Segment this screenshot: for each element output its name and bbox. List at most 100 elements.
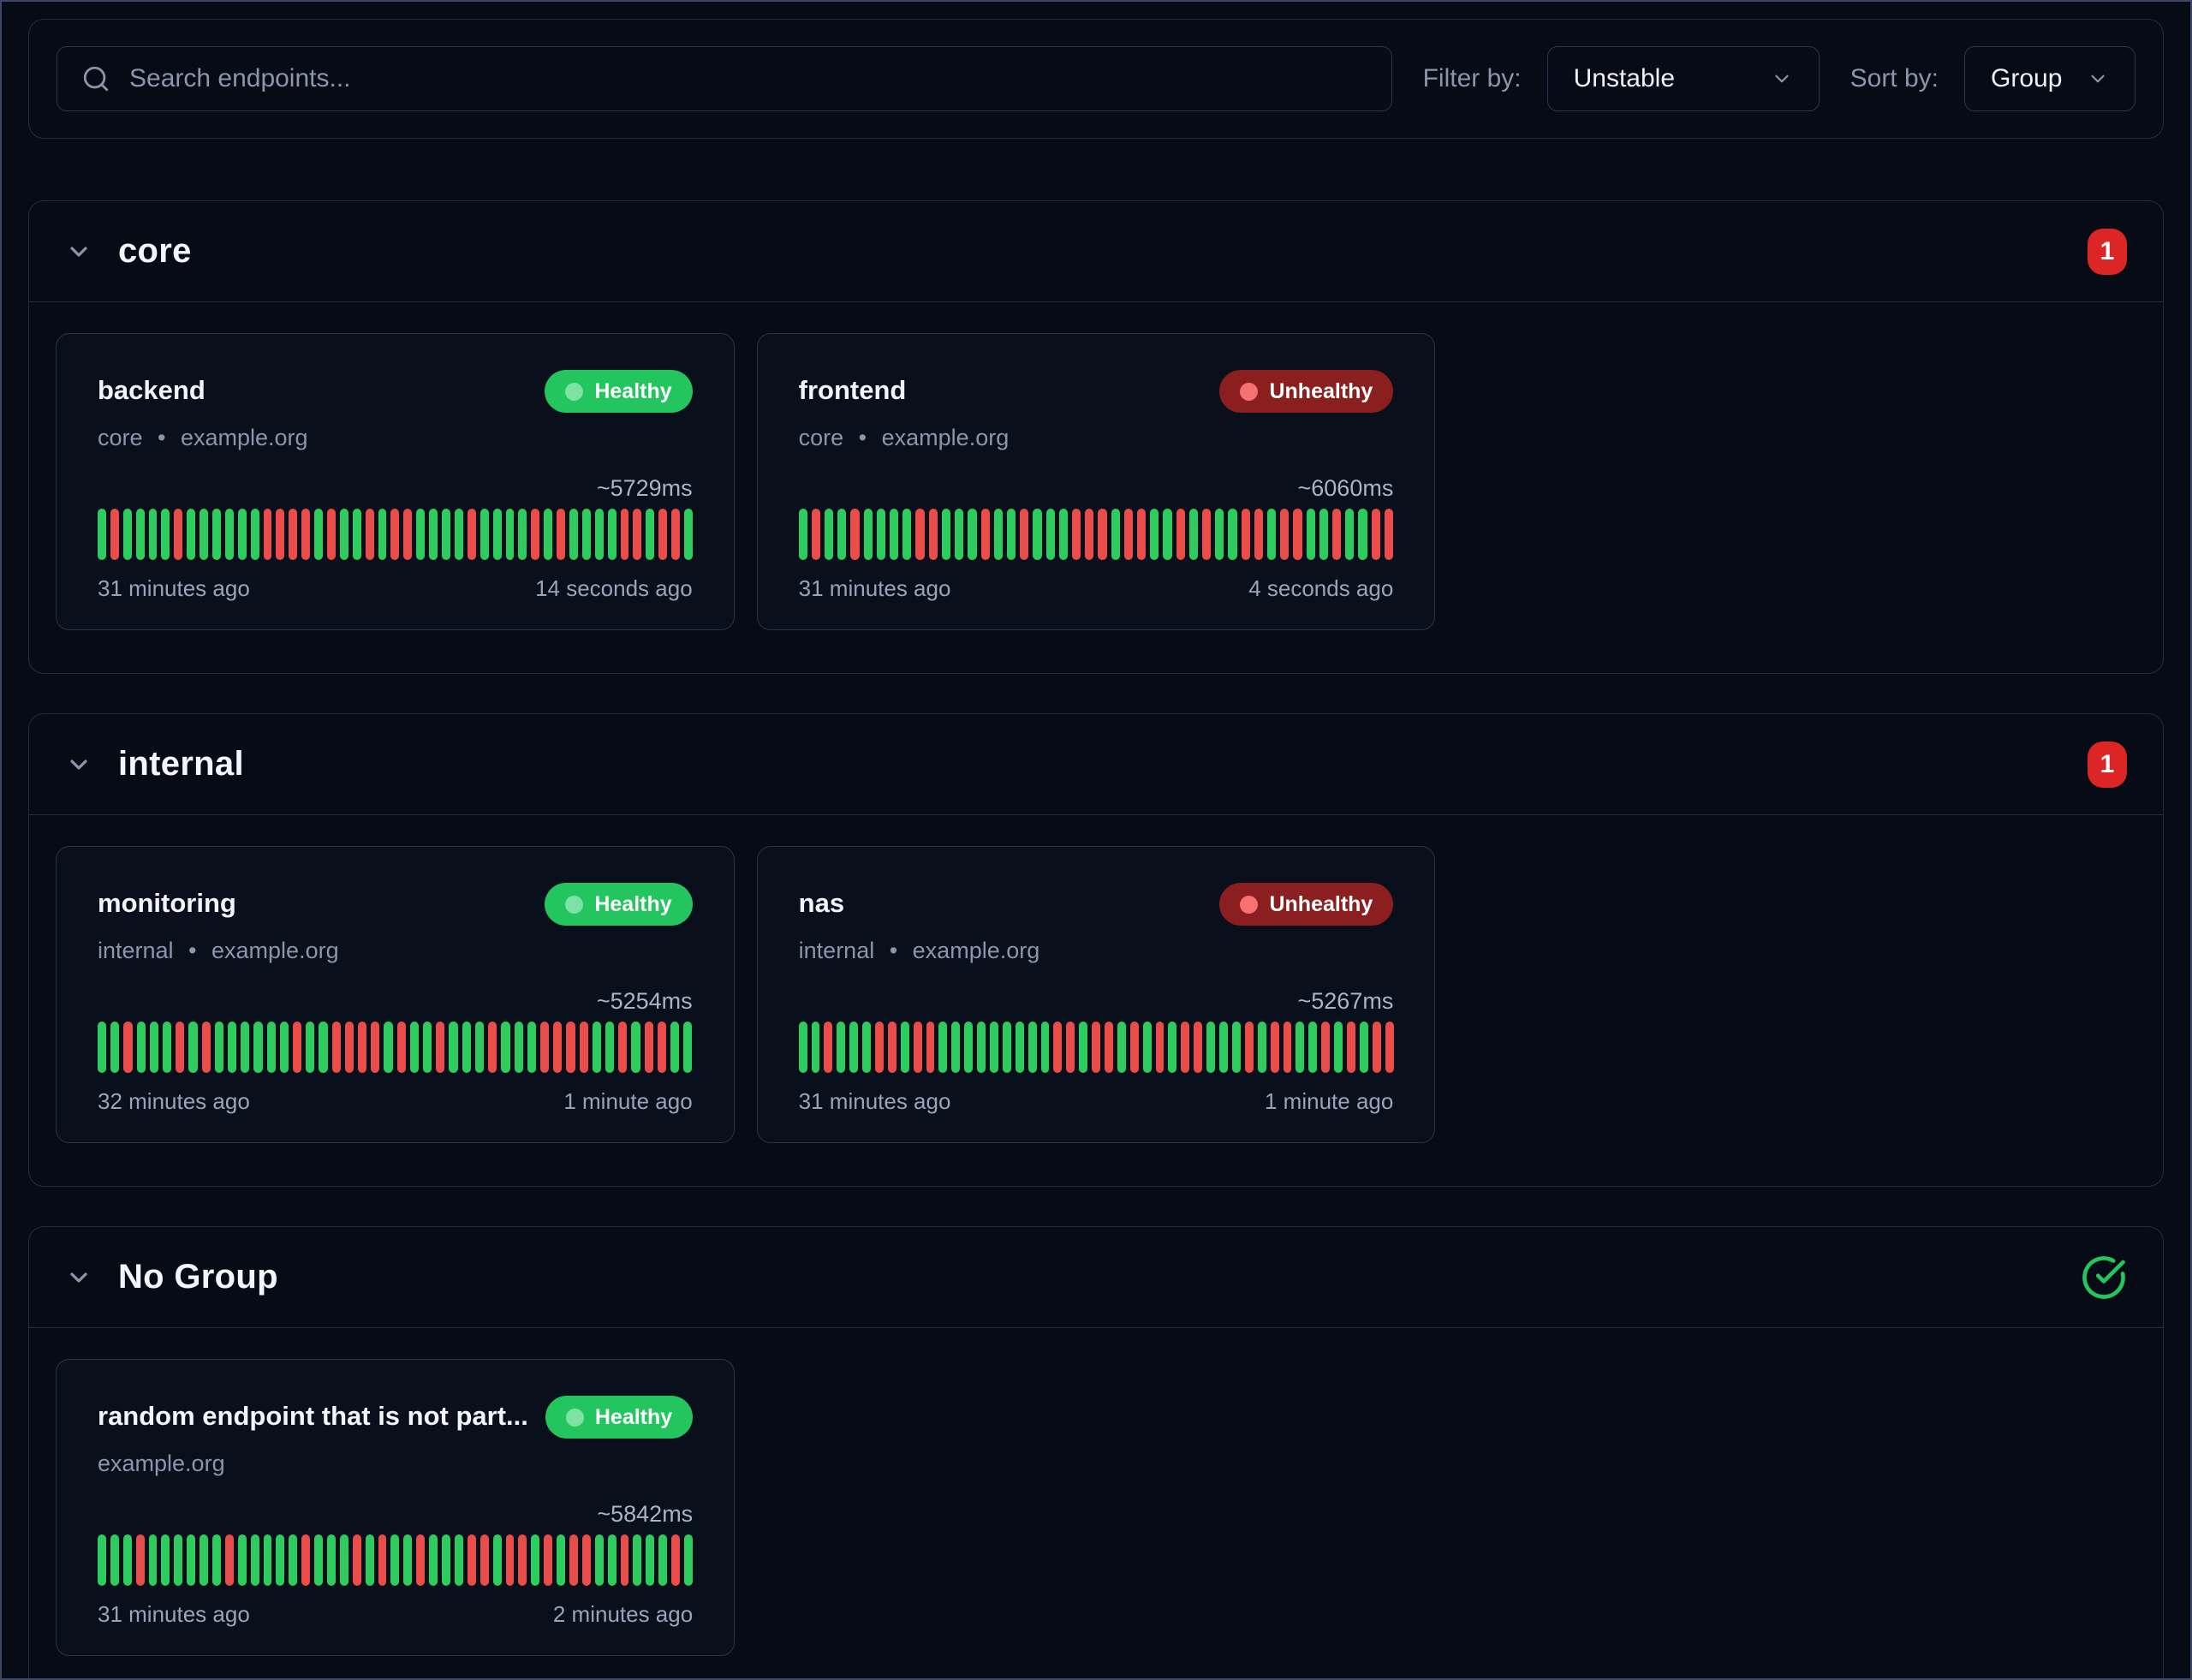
history-bar[interactable]: [1308, 1022, 1317, 1073]
history-bar[interactable]: [683, 1022, 692, 1073]
history-bar[interactable]: [161, 509, 170, 560]
history-bar[interactable]: [98, 509, 106, 560]
history-bar[interactable]: [228, 1022, 236, 1073]
history-bar[interactable]: [1373, 1022, 1381, 1073]
history-bar[interactable]: [1098, 509, 1106, 560]
history-bar[interactable]: [397, 1022, 406, 1073]
history-bar[interactable]: [314, 509, 323, 560]
history-bar[interactable]: [423, 1022, 432, 1073]
history-bar[interactable]: [442, 1534, 450, 1586]
history-bars[interactable]: [98, 1022, 693, 1073]
history-bar[interactable]: [1181, 1022, 1189, 1073]
history-bar[interactable]: [390, 509, 399, 560]
history-bar[interactable]: [123, 1022, 132, 1073]
history-bar[interactable]: [319, 1022, 327, 1073]
history-bar[interactable]: [150, 1022, 158, 1073]
history-bar[interactable]: [914, 1022, 922, 1073]
history-bar[interactable]: [353, 1534, 361, 1586]
history-bar[interactable]: [1385, 1022, 1394, 1073]
history-bar[interactable]: [1105, 1022, 1113, 1073]
history-bar[interactable]: [531, 1534, 539, 1586]
history-bar[interactable]: [593, 1022, 601, 1073]
history-bar[interactable]: [1307, 509, 1315, 560]
history-bar[interactable]: [1079, 1022, 1087, 1073]
history-bar[interactable]: [174, 1534, 182, 1586]
history-bar[interactable]: [799, 509, 807, 560]
history-bar[interactable]: [951, 1022, 960, 1073]
history-bar[interactable]: [518, 509, 527, 560]
history-bar[interactable]: [645, 1022, 653, 1073]
history-bar[interactable]: [110, 1534, 119, 1586]
group-header[interactable]: core 1: [29, 201, 2163, 302]
history-bar[interactable]: [163, 1022, 171, 1073]
history-bars[interactable]: [799, 509, 1394, 560]
history-bar[interactable]: [1332, 509, 1341, 560]
history-bar[interactable]: [403, 509, 412, 560]
history-bar[interactable]: [340, 509, 348, 560]
history-bar[interactable]: [877, 509, 885, 560]
history-bar[interactable]: [384, 1022, 392, 1073]
history-bar[interactable]: [136, 509, 145, 560]
history-bar[interactable]: [123, 509, 132, 560]
history-bar[interactable]: [366, 1534, 374, 1586]
history-bar[interactable]: [358, 1022, 366, 1073]
history-bar[interactable]: [1206, 1022, 1215, 1073]
history-bar[interactable]: [955, 509, 963, 560]
history-bar[interactable]: [544, 509, 552, 560]
history-bar[interactable]: [149, 509, 158, 560]
history-bar[interactable]: [480, 1534, 489, 1586]
history-bar[interactable]: [187, 1534, 195, 1586]
history-bar[interactable]: [442, 509, 450, 560]
history-bar[interactable]: [1321, 1022, 1330, 1073]
history-bar[interactable]: [506, 509, 515, 560]
history-bar[interactable]: [671, 1534, 680, 1586]
history-bar[interactable]: [981, 509, 990, 560]
history-bar[interactable]: [1245, 1022, 1254, 1073]
history-bar[interactable]: [327, 1534, 336, 1586]
history-bar[interactable]: [174, 509, 182, 560]
history-bar[interactable]: [1124, 509, 1133, 560]
history-bar[interactable]: [403, 1534, 412, 1586]
history-bar[interactable]: [812, 1022, 820, 1073]
history-bar[interactable]: [671, 509, 680, 560]
history-bar[interactable]: [238, 1534, 247, 1586]
history-bar[interactable]: [812, 509, 820, 560]
history-bar[interactable]: [416, 509, 425, 560]
history-bar[interactable]: [1372, 509, 1380, 560]
history-bar[interactable]: [968, 509, 976, 560]
history-bar[interactable]: [569, 509, 578, 560]
history-bar[interactable]: [267, 1022, 276, 1073]
history-bar[interactable]: [1003, 1022, 1011, 1073]
history-bar[interactable]: [251, 1534, 259, 1586]
history-bar[interactable]: [595, 1534, 604, 1586]
history-bar[interactable]: [378, 509, 387, 560]
history-bar[interactable]: [462, 1022, 471, 1073]
history-bar[interactable]: [540, 1022, 549, 1073]
history-bar[interactable]: [1150, 509, 1159, 560]
history-bar[interactable]: [633, 1534, 641, 1586]
history-bar[interactable]: [1242, 509, 1250, 560]
history-bar[interactable]: [98, 1022, 106, 1073]
history-bar[interactable]: [187, 509, 195, 560]
history-bar[interactable]: [276, 509, 284, 560]
history-bar[interactable]: [340, 1534, 348, 1586]
history-bar[interactable]: [276, 1534, 284, 1586]
history-bar[interactable]: [493, 509, 502, 560]
history-bar[interactable]: [301, 1534, 310, 1586]
history-bar[interactable]: [938, 1022, 947, 1073]
history-bar[interactable]: [1385, 509, 1393, 560]
history-bar[interactable]: [1319, 509, 1328, 560]
history-bar[interactable]: [990, 1022, 998, 1073]
history-bar[interactable]: [1072, 509, 1081, 560]
history-bar[interactable]: [455, 509, 463, 560]
endpoint-card[interactable]: frontend Unhealthy core • example.org ~6…: [757, 333, 1436, 630]
history-bar[interactable]: [1137, 509, 1146, 560]
history-bar[interactable]: [850, 509, 859, 560]
endpoint-card[interactable]: monitoring Healthy internal • example.or…: [56, 846, 735, 1143]
history-bar[interactable]: [684, 1534, 693, 1586]
history-bar[interactable]: [390, 1534, 399, 1586]
history-bar[interactable]: [518, 1534, 527, 1586]
history-bar[interactable]: [327, 509, 336, 560]
history-bar[interactable]: [837, 509, 846, 560]
history-bar[interactable]: [136, 1534, 145, 1586]
